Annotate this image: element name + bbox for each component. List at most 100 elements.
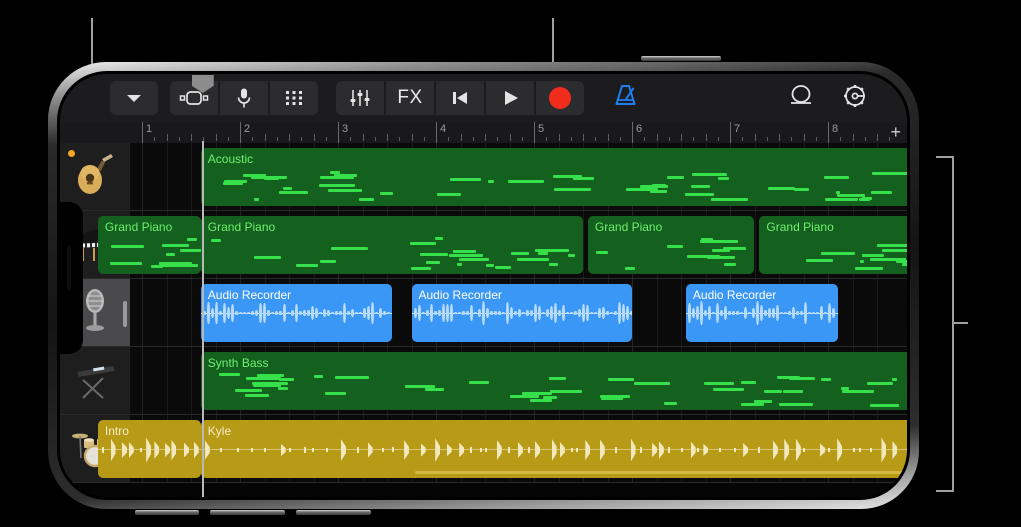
midi-note (459, 258, 489, 262)
drummer-hit (183, 442, 189, 458)
waveform-bar (525, 310, 529, 316)
waveform-bar (501, 311, 505, 315)
waveform-bar (366, 305, 370, 321)
region-label: Intro (104, 424, 129, 438)
midi-note (328, 188, 363, 192)
waveform-bar (811, 311, 815, 315)
ruler-beat-tick (791, 137, 793, 141)
track-lane-keyboard-track[interactable]: Synth Bass (130, 347, 907, 414)
instruments-grid-button[interactable] (270, 81, 318, 115)
mute-switch[interactable] (135, 510, 199, 515)
midi-note (469, 380, 489, 384)
midi-note (783, 389, 804, 393)
waveform-bar (739, 311, 743, 314)
region-midi[interactable]: Grand Piano (200, 216, 583, 274)
volume-down-button[interactable] (296, 510, 371, 515)
region-drummer[interactable]: Kyle (200, 420, 907, 478)
ruler-beat-tick (178, 137, 180, 141)
midi-note (869, 403, 899, 407)
waveform-bar (218, 311, 222, 315)
waveform-bar (731, 310, 735, 315)
ruler-bar-label: 1 (146, 123, 153, 135)
drummer-hit (280, 443, 286, 457)
waveform-bar (306, 309, 310, 317)
track-lane-acoustic-guitar-track[interactable]: Acoustic (130, 143, 907, 210)
navigation-chevron-button[interactable] (110, 81, 158, 115)
track-row: Intro Kyle (60, 415, 907, 483)
mic-input-button[interactable] (220, 81, 268, 115)
midi-note (664, 401, 677, 405)
track-lane-drummer-track[interactable]: Intro Kyle (97, 415, 907, 482)
midi-note (550, 389, 583, 393)
region-midi[interactable]: Grand Piano (97, 216, 201, 274)
waveform-bar (246, 311, 250, 315)
region-label: Synth Bass (207, 356, 269, 370)
mixer-button[interactable] (336, 81, 384, 115)
ruler-bars[interactable]: 1 2 3 4 5 6 7 8 (130, 122, 907, 143)
waveform-bar (298, 310, 302, 316)
waveform-bar (382, 310, 386, 316)
drummer-hit (357, 447, 360, 453)
midi-note (530, 398, 553, 402)
region-audio[interactable]: Audio Recorder (411, 284, 632, 342)
drummer-hit (304, 447, 307, 453)
track-header-acoustic-guitar-track[interactable] (60, 143, 130, 210)
metronome-button[interactable] (612, 83, 640, 114)
loop-cycle-button[interactable] (787, 83, 815, 114)
midi-note (282, 187, 293, 191)
drummer-hit (340, 439, 346, 461)
fx-button[interactable]: FX (386, 81, 434, 115)
drummer-hit (859, 447, 862, 452)
midi-note (161, 243, 190, 247)
region-midi[interactable]: Grand Piano (759, 216, 907, 274)
callout-bracket-right (936, 156, 954, 492)
drummer-hit (772, 439, 778, 461)
region-midi[interactable]: Synth Bass (200, 352, 907, 410)
iphone-frame: FX 1 2 3 4 5 6 7 8 + Acoustic Grand Pian… (48, 62, 919, 509)
ruler-bar-line (338, 122, 339, 143)
waveform-bar (362, 307, 366, 318)
timeline-ruler[interactable]: 1 2 3 4 5 6 7 8 + (60, 122, 907, 143)
ruler-beat-tick (766, 137, 768, 141)
track-lane-grand-piano-track[interactable]: Grand Piano Grand Piano Grand Piano Grand P… (97, 211, 907, 278)
midi-note (224, 181, 243, 185)
region-midi[interactable]: Grand Piano (587, 216, 755, 274)
toolbar-right-group (787, 82, 869, 115)
midi-note (244, 394, 269, 398)
volume-up-button[interactable] (210, 510, 285, 515)
lane-gridline-beat (166, 279, 168, 346)
waveform-bar (445, 303, 449, 323)
power-button[interactable] (641, 56, 721, 61)
midi-note (253, 256, 281, 260)
drummer-hit (734, 448, 737, 452)
waveform-bar (489, 310, 493, 316)
drummer-hit (837, 438, 843, 462)
drummer-intensity-bar (415, 471, 902, 474)
settings-button[interactable] (841, 82, 869, 115)
track-selection-handle[interactable] (123, 301, 127, 327)
ruler-beat-tick (840, 137, 842, 141)
drummer-hit (479, 448, 482, 452)
add-section-button[interactable]: + (890, 123, 901, 141)
ruler-beat-tick (460, 134, 462, 141)
drummer-hit (599, 439, 605, 461)
waveform-bar (326, 310, 330, 316)
record-button[interactable] (536, 81, 584, 115)
waveform-bar (581, 303, 585, 323)
waveform-bar (386, 311, 390, 315)
region-audio[interactable]: Audio Recorder (685, 284, 838, 342)
drummer-hit (585, 439, 591, 461)
track-lane-audio-recorder-track[interactable]: Audio Recorder Audio Recorder Audio Record… (130, 279, 907, 346)
record-enable-indicator[interactable] (68, 150, 75, 157)
rewind-button[interactable] (436, 81, 484, 115)
region-drummer[interactable]: Intro (97, 420, 201, 478)
region-audio[interactable]: Audio Recorder (200, 284, 392, 342)
drummer-hit (220, 447, 223, 453)
waveform-bar (270, 311, 274, 314)
waveform-bar (621, 303, 625, 323)
track-header-keyboard-track[interactable] (60, 347, 130, 414)
region-midi[interactable]: Acoustic (200, 148, 907, 206)
play-button[interactable] (486, 81, 534, 115)
waveform-bar (799, 311, 803, 315)
ruler-beat-tick (705, 134, 707, 141)
